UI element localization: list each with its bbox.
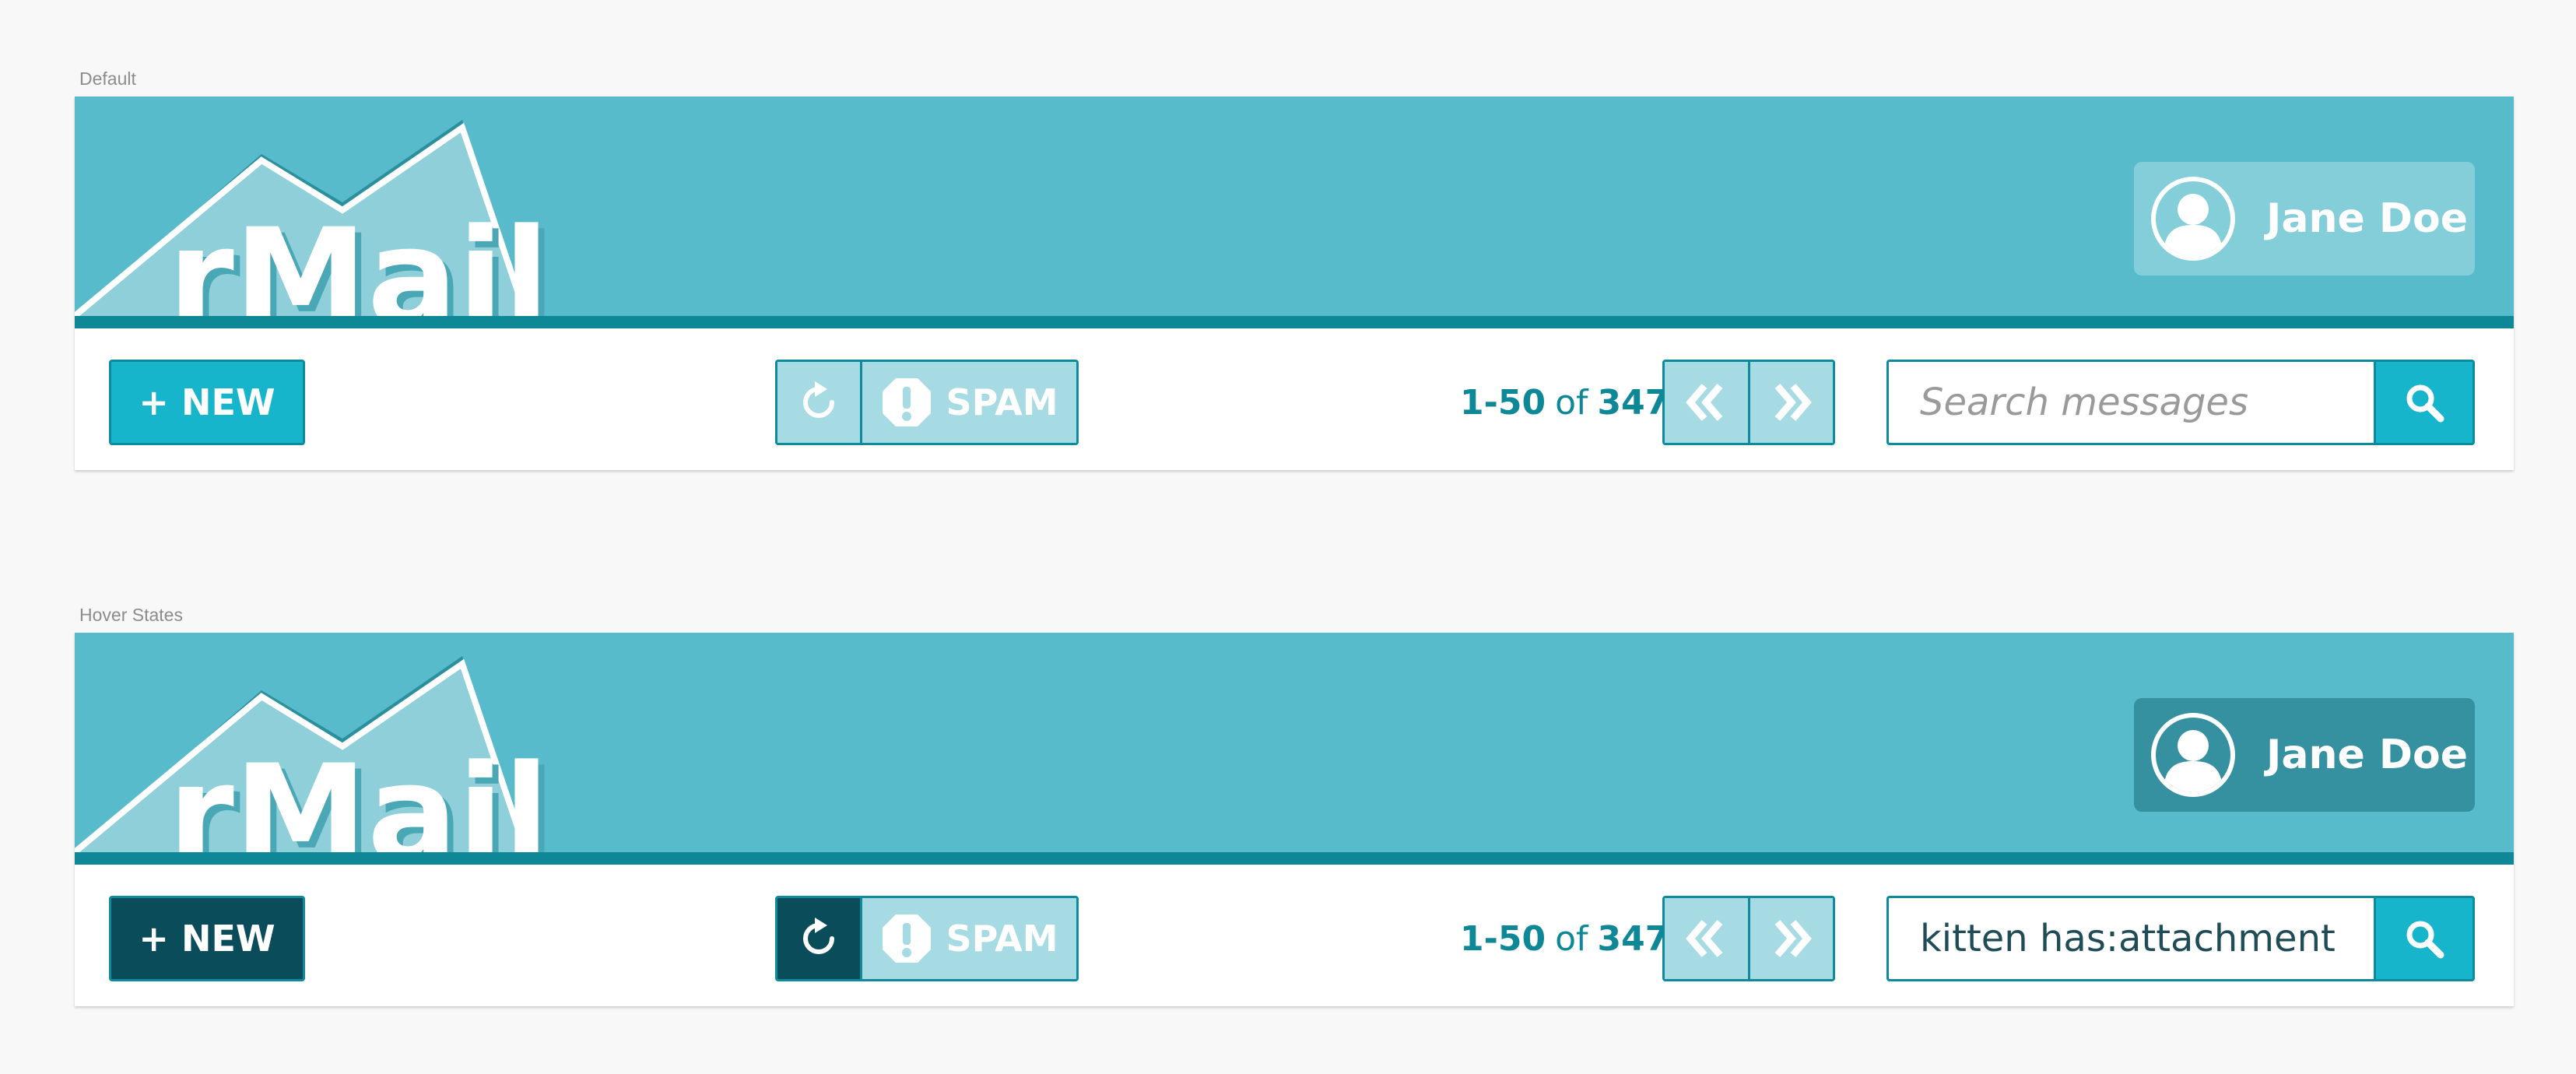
- app-header: rMail rMail Jane Doe: [75, 633, 2514, 865]
- user-name: Jane Doe: [2266, 195, 2468, 242]
- page-of: of: [1555, 382, 1588, 423]
- spam-button[interactable]: SPAM: [860, 898, 1076, 979]
- new-message-button[interactable]: + NEW: [109, 360, 305, 445]
- user-menu-button[interactable]: Jane Doe: [2134, 162, 2475, 276]
- spam-warning-icon: [882, 914, 931, 963]
- pagination-controls: [1662, 360, 1835, 445]
- section-label-default: Default: [79, 68, 136, 89]
- page-range: 1-50: [1460, 918, 1546, 959]
- mail-app-hover: rMail rMail Jane Doe + NEW SPAM 1-50 of …: [75, 633, 2514, 1006]
- double-chevron-right-icon: [1774, 920, 1812, 957]
- section-label-hover: Hover States: [79, 605, 183, 625]
- pagination-info: 1-50 of 347: [1460, 896, 1669, 981]
- next-page-button[interactable]: [1747, 898, 1833, 979]
- refresh-button[interactable]: [777, 898, 860, 979]
- message-total: 347: [1597, 918, 1669, 959]
- search-input[interactable]: [1886, 896, 2374, 981]
- logo-text: rMail: [168, 199, 549, 316]
- double-chevron-left-icon: [1686, 920, 1723, 957]
- new-message-button[interactable]: + NEW: [109, 896, 305, 981]
- page-of: of: [1555, 918, 1588, 959]
- next-page-button[interactable]: [1747, 362, 1833, 443]
- message-actions-group: SPAM: [775, 360, 1079, 445]
- spam-button[interactable]: SPAM: [860, 362, 1076, 443]
- search-button[interactable]: [2374, 896, 2475, 981]
- spam-warning-icon: [882, 378, 931, 426]
- user-avatar-icon: [2151, 177, 2235, 261]
- spam-label: SPAM: [946, 918, 1058, 960]
- app-header: rMail rMail Jane Doe: [75, 97, 2514, 328]
- mail-toolbar: + NEW SPAM 1-50 of 347: [75, 865, 2514, 1006]
- logo-text: rMail: [168, 735, 549, 852]
- search-input[interactable]: [1886, 360, 2374, 445]
- search-button[interactable]: [2374, 360, 2475, 445]
- message-total: 347: [1597, 382, 1669, 423]
- prev-page-button[interactable]: [1665, 898, 1748, 979]
- refresh-icon: [803, 381, 834, 418]
- double-chevron-left-icon: [1686, 384, 1723, 421]
- page-range: 1-50: [1460, 382, 1546, 423]
- mail-app-default: rMail rMail Jane Doe + NEW SPAM 1-50 of …: [75, 97, 2514, 470]
- refresh-icon: [803, 918, 834, 954]
- double-chevron-right-icon: [1774, 384, 1812, 421]
- user-name: Jane Doe: [2266, 732, 2468, 778]
- spam-label: SPAM: [946, 381, 1058, 423]
- message-actions-group: SPAM: [775, 896, 1079, 981]
- user-avatar-icon: [2151, 713, 2235, 797]
- search-bar: [1886, 360, 2475, 445]
- pagination-controls: [1662, 896, 1835, 981]
- pagination-info: 1-50 of 347: [1460, 360, 1669, 445]
- search-icon: [2406, 384, 2444, 423]
- refresh-button[interactable]: [777, 362, 860, 443]
- mail-toolbar: + NEW SPAM 1-50 of 347: [75, 328, 2514, 470]
- rmail-logo: rMail rMail: [75, 120, 556, 316]
- rmail-logo: rMail rMail: [75, 656, 556, 852]
- prev-page-button[interactable]: [1665, 362, 1748, 443]
- search-icon: [2406, 921, 2444, 959]
- user-menu-button[interactable]: Jane Doe: [2134, 698, 2475, 812]
- search-bar: [1886, 896, 2475, 981]
